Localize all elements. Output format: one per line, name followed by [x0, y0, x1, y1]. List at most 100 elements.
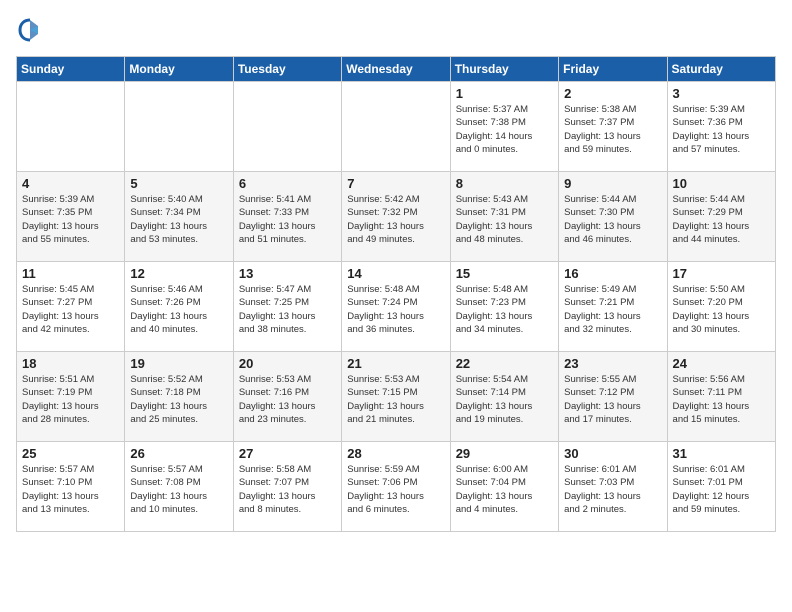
day-number: 15 — [456, 266, 553, 281]
calendar-cell: 18 Sunrise: 5:51 AM Sunset: 7:19 PM Dayli… — [17, 352, 125, 442]
day-number: 2 — [564, 86, 661, 101]
day-number: 31 — [673, 446, 770, 461]
calendar-week-row: 25 Sunrise: 5:57 AM Sunset: 7:10 PM Dayli… — [17, 442, 776, 532]
day-info: Sunrise: 5:50 AM Sunset: 7:20 PM Dayligh… — [673, 283, 770, 336]
calendar-cell: 17 Sunrise: 5:50 AM Sunset: 7:20 PM Dayli… — [667, 262, 775, 352]
day-number: 23 — [564, 356, 661, 371]
calendar-week-row: 1 Sunrise: 5:37 AM Sunset: 7:38 PM Daylig… — [17, 82, 776, 172]
day-info: Sunrise: 5:47 AM Sunset: 7:25 PM Dayligh… — [239, 283, 336, 336]
day-info: Sunrise: 5:42 AM Sunset: 7:32 PM Dayligh… — [347, 193, 444, 246]
calendar-body: 1 Sunrise: 5:37 AM Sunset: 7:38 PM Daylig… — [17, 82, 776, 532]
calendar-cell: 19 Sunrise: 5:52 AM Sunset: 7:18 PM Dayli… — [125, 352, 233, 442]
calendar-week-row: 4 Sunrise: 5:39 AM Sunset: 7:35 PM Daylig… — [17, 172, 776, 262]
day-info: Sunrise: 5:37 AM Sunset: 7:38 PM Dayligh… — [456, 103, 553, 156]
day-number: 3 — [673, 86, 770, 101]
calendar-cell: 9 Sunrise: 5:44 AM Sunset: 7:30 PM Daylig… — [559, 172, 667, 262]
day-number: 4 — [22, 176, 119, 191]
calendar-cell: 23 Sunrise: 5:55 AM Sunset: 7:12 PM Dayli… — [559, 352, 667, 442]
day-number: 30 — [564, 446, 661, 461]
day-number: 8 — [456, 176, 553, 191]
day-info: Sunrise: 5:41 AM Sunset: 7:33 PM Dayligh… — [239, 193, 336, 246]
calendar-cell: 28Sunrise: 5:59 AM Sunset: 7:06 PM Dayli… — [342, 442, 450, 532]
calendar-cell — [125, 82, 233, 172]
calendar-cell: 24Sunrise: 5:56 AM Sunset: 7:11 PM Dayli… — [667, 352, 775, 442]
calendar-cell — [233, 82, 341, 172]
calendar-cell: 16 Sunrise: 5:49 AM Sunset: 7:21 PM Dayli… — [559, 262, 667, 352]
day-info: Sunrise: 5:58 AM Sunset: 7:07 PM Dayligh… — [239, 463, 336, 516]
day-info: Sunrise: 5:53 AM Sunset: 7:16 PM Dayligh… — [239, 373, 336, 426]
calendar-week-row: 11 Sunrise: 5:45 AM Sunset: 7:27 PM Dayli… — [17, 262, 776, 352]
day-number: 11 — [22, 266, 119, 281]
calendar-cell — [17, 82, 125, 172]
day-info: Sunrise: 5:44 AM Sunset: 7:30 PM Dayligh… — [564, 193, 661, 246]
calendar-cell: 20 Sunrise: 5:53 AM Sunset: 7:16 PM Dayli… — [233, 352, 341, 442]
day-number: 7 — [347, 176, 444, 191]
day-info: Sunrise: 6:01 AM Sunset: 7:01 PM Dayligh… — [673, 463, 770, 516]
day-number: 5 — [130, 176, 227, 191]
calendar-cell: 12Sunrise: 5:46 AM Sunset: 7:26 PM Dayli… — [125, 262, 233, 352]
day-number: 17 — [673, 266, 770, 281]
day-info: Sunrise: 5:56 AM Sunset: 7:11 PM Dayligh… — [673, 373, 770, 426]
day-number: 22 — [456, 356, 553, 371]
day-info: Sunrise: 5:52 AM Sunset: 7:18 PM Dayligh… — [130, 373, 227, 426]
day-info: Sunrise: 5:57 AM Sunset: 7:10 PM Dayligh… — [22, 463, 119, 516]
calendar-cell: 26 Sunrise: 5:57 AM Sunset: 7:08 PM Dayli… — [125, 442, 233, 532]
day-info: Sunrise: 5:51 AM Sunset: 7:19 PM Dayligh… — [22, 373, 119, 426]
day-info: Sunrise: 5:39 AM Sunset: 7:36 PM Dayligh… — [673, 103, 770, 156]
weekday-header: Wednesday — [342, 57, 450, 82]
calendar-cell: 4 Sunrise: 5:39 AM Sunset: 7:35 PM Daylig… — [17, 172, 125, 262]
day-info: Sunrise: 5:38 AM Sunset: 7:37 PM Dayligh… — [564, 103, 661, 156]
calendar-cell: 6 Sunrise: 5:41 AM Sunset: 7:33 PM Daylig… — [233, 172, 341, 262]
day-number: 10 — [673, 176, 770, 191]
calendar-cell: 14 Sunrise: 5:48 AM Sunset: 7:24 PM Dayli… — [342, 262, 450, 352]
calendar-cell: 29Sunrise: 6:00 AM Sunset: 7:04 PM Dayli… — [450, 442, 558, 532]
day-info: Sunrise: 6:01 AM Sunset: 7:03 PM Dayligh… — [564, 463, 661, 516]
day-info: Sunrise: 5:39 AM Sunset: 7:35 PM Dayligh… — [22, 193, 119, 246]
day-number: 6 — [239, 176, 336, 191]
day-info: Sunrise: 5:43 AM Sunset: 7:31 PM Dayligh… — [456, 193, 553, 246]
day-number: 1 — [456, 86, 553, 101]
header — [16, 16, 776, 44]
weekday-header: Thursday — [450, 57, 558, 82]
calendar-cell: 22Sunrise: 5:54 AM Sunset: 7:14 PM Dayli… — [450, 352, 558, 442]
calendar-cell: 1 Sunrise: 5:37 AM Sunset: 7:38 PM Daylig… — [450, 82, 558, 172]
calendar-cell: 15Sunrise: 5:48 AM Sunset: 7:23 PM Dayli… — [450, 262, 558, 352]
calendar-cell: 30 Sunrise: 6:01 AM Sunset: 7:03 PM Dayli… — [559, 442, 667, 532]
day-number: 14 — [347, 266, 444, 281]
calendar-cell: 10 Sunrise: 5:44 AM Sunset: 7:29 PM Dayli… — [667, 172, 775, 262]
calendar-cell — [342, 82, 450, 172]
calendar-cell: 3 Sunrise: 5:39 AM Sunset: 7:36 PM Daylig… — [667, 82, 775, 172]
day-info: Sunrise: 5:48 AM Sunset: 7:24 PM Dayligh… — [347, 283, 444, 336]
calendar-week-row: 18 Sunrise: 5:51 AM Sunset: 7:19 PM Dayli… — [17, 352, 776, 442]
day-info: Sunrise: 5:59 AM Sunset: 7:06 PM Dayligh… — [347, 463, 444, 516]
day-number: 12 — [130, 266, 227, 281]
day-number: 27 — [239, 446, 336, 461]
calendar-cell: 7 Sunrise: 5:42 AM Sunset: 7:32 PM Daylig… — [342, 172, 450, 262]
weekday-header: Saturday — [667, 57, 775, 82]
day-number: 25 — [22, 446, 119, 461]
day-number: 18 — [22, 356, 119, 371]
day-info: Sunrise: 5:49 AM Sunset: 7:21 PM Dayligh… — [564, 283, 661, 336]
calendar-header-row: SundayMondayTuesdayWednesdayThursdayFrid… — [17, 57, 776, 82]
day-number: 19 — [130, 356, 227, 371]
weekday-header: Friday — [559, 57, 667, 82]
calendar-table: SundayMondayTuesdayWednesdayThursdayFrid… — [16, 56, 776, 532]
day-info: Sunrise: 5:55 AM Sunset: 7:12 PM Dayligh… — [564, 373, 661, 426]
day-info: Sunrise: 5:57 AM Sunset: 7:08 PM Dayligh… — [130, 463, 227, 516]
calendar-cell: 21Sunrise: 5:53 AM Sunset: 7:15 PM Dayli… — [342, 352, 450, 442]
day-number: 26 — [130, 446, 227, 461]
weekday-header: Tuesday — [233, 57, 341, 82]
day-number: 16 — [564, 266, 661, 281]
day-info: Sunrise: 5:45 AM Sunset: 7:27 PM Dayligh… — [22, 283, 119, 336]
calendar-cell: 5 Sunrise: 5:40 AM Sunset: 7:34 PM Daylig… — [125, 172, 233, 262]
day-number: 9 — [564, 176, 661, 191]
day-info: Sunrise: 5:44 AM Sunset: 7:29 PM Dayligh… — [673, 193, 770, 246]
calendar-cell: 25 Sunrise: 5:57 AM Sunset: 7:10 PM Dayli… — [17, 442, 125, 532]
day-number: 20 — [239, 356, 336, 371]
day-info: Sunrise: 5:40 AM Sunset: 7:34 PM Dayligh… — [130, 193, 227, 246]
day-info: Sunrise: 5:53 AM Sunset: 7:15 PM Dayligh… — [347, 373, 444, 426]
calendar-cell: 8 Sunrise: 5:43 AM Sunset: 7:31 PM Daylig… — [450, 172, 558, 262]
calendar-cell: 11 Sunrise: 5:45 AM Sunset: 7:27 PM Dayli… — [17, 262, 125, 352]
calendar-cell: 27 Sunrise: 5:58 AM Sunset: 7:07 PM Dayli… — [233, 442, 341, 532]
logo — [16, 16, 48, 44]
